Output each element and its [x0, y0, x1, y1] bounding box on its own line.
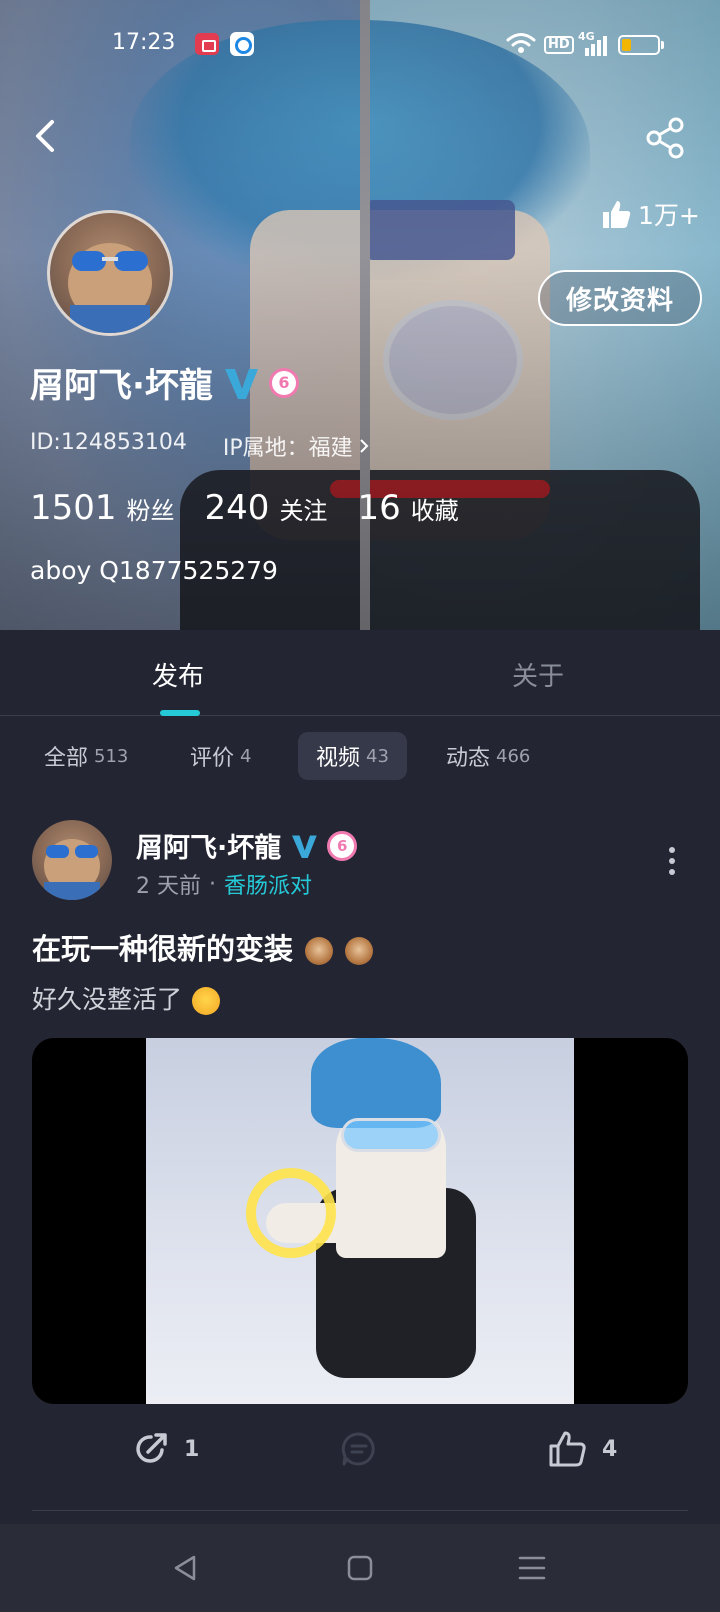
monkey-emoji-icon	[345, 937, 374, 965]
status-time: 17:23	[112, 30, 176, 55]
chip-count: 43	[366, 745, 389, 767]
chip-label: 全部	[44, 746, 89, 771]
post-divider	[32, 1510, 688, 1511]
thumbs-up-icon	[603, 201, 631, 228]
thumbnail-character-glasses	[341, 1118, 441, 1152]
edit-profile-button[interactable]: 修改资料	[538, 270, 702, 326]
chevron-right-icon	[359, 439, 369, 453]
monkey-emoji-icon	[305, 937, 334, 965]
username-row: 屑阿飞·坏龍 6	[30, 358, 299, 407]
level-badge: 6	[268, 367, 299, 398]
share-icon[interactable]	[643, 116, 687, 160]
chip-count: 513	[94, 745, 129, 767]
stat-label: 关注	[279, 497, 328, 525]
post-body: 好久没整活了	[32, 980, 220, 1016]
post-meta: 2 天前 · 香肠派对	[136, 868, 312, 900]
hd-badge: HD	[544, 36, 574, 54]
filter-chip-all[interactable]: 全部 513	[26, 732, 146, 780]
comment-icon	[341, 1432, 375, 1466]
verified-icon	[224, 368, 258, 399]
star-struck-emoji-icon	[191, 987, 220, 1015]
profile-avatar[interactable]	[47, 210, 173, 336]
nav-menu-icon[interactable]	[516, 1552, 548, 1584]
battery-icon	[618, 35, 660, 55]
system-nav-bar	[0, 1524, 720, 1612]
thumbs-up-outline-icon	[549, 1431, 586, 1467]
profile-tabs: 发布 关于	[0, 630, 720, 716]
post-time: 2 天前	[136, 874, 201, 899]
tab-indicator	[160, 710, 200, 716]
post-topic-link[interactable]: 香肠派对	[224, 868, 312, 900]
back-icon[interactable]	[28, 116, 68, 156]
filter-chip-reviews[interactable]: 评价 4	[172, 732, 269, 780]
id-row: ID:124853104 IP属地：福建	[30, 430, 371, 462]
screen-record-icon	[195, 33, 219, 55]
post-author-row: 屑阿飞·坏龍 6	[136, 826, 358, 865]
more-options-icon[interactable]	[664, 846, 680, 876]
post-author-name[interactable]: 屑阿飞·坏龍	[136, 826, 281, 865]
stat-favorites[interactable]: 16 收藏	[357, 488, 458, 528]
post-author-avatar[interactable]	[32, 820, 112, 900]
chip-count: 466	[496, 745, 531, 767]
nav-back-icon[interactable]	[170, 1552, 202, 1584]
like-count: 4	[602, 1436, 618, 1462]
chip-count: 4	[240, 745, 252, 767]
video-thumbnail	[146, 1038, 574, 1404]
nav-home-icon[interactable]	[344, 1552, 376, 1584]
user-id: ID:124853104	[30, 430, 187, 455]
chip-label: 评价	[190, 746, 235, 771]
status-bar: 17:23 HD 4G	[0, 26, 720, 62]
stat-value: 16	[357, 488, 401, 528]
post-title: 在玩一种很新的变装	[32, 926, 374, 968]
post-body-text: 好久没整活了	[32, 985, 183, 1014]
share-arrow-icon	[136, 1433, 167, 1463]
avatar-image	[68, 243, 152, 333]
filter-chips: 全部 513 评价 4 视频 43 动态 466	[0, 732, 720, 782]
stat-label: 粉丝	[126, 497, 175, 525]
post-actions: 1 4	[0, 1430, 720, 1490]
verified-icon	[292, 835, 318, 858]
comment-action[interactable]	[340, 1430, 378, 1468]
filter-chip-videos[interactable]: 视频 43	[298, 732, 407, 780]
likes-total: 1万+	[600, 196, 700, 232]
profile-bio: aboy Q1877525279	[30, 556, 278, 585]
avatar-image	[44, 839, 100, 900]
post-meta-separator: ·	[209, 871, 216, 897]
thumbnail-golden-ring	[246, 1168, 336, 1258]
stat-fans[interactable]: 1501 粉丝	[30, 488, 175, 528]
like-action[interactable]: 4	[548, 1430, 617, 1468]
browser-icon	[230, 32, 254, 56]
chip-label: 动态	[446, 746, 491, 771]
stat-label: 收藏	[410, 497, 459, 525]
thumbnail-character-hair	[311, 1038, 441, 1128]
post-video[interactable]	[32, 1038, 688, 1404]
ip-location: IP属地：福建	[222, 436, 353, 461]
tab-about[interactable]: 关于	[512, 656, 564, 693]
likes-count: 1万+	[638, 201, 700, 230]
level-badge: 6	[327, 830, 358, 861]
tab-publish[interactable]: 发布	[152, 656, 204, 693]
stat-following[interactable]: 240 关注	[205, 488, 328, 528]
stat-value: 1501	[30, 488, 117, 528]
ip-location-link[interactable]: IP属地：福建	[223, 430, 371, 462]
battery-level	[622, 39, 631, 51]
chip-label: 视频	[316, 746, 361, 771]
share-action[interactable]: 1	[132, 1430, 199, 1468]
battery-tip	[661, 41, 664, 49]
share-count: 1	[184, 1436, 200, 1462]
profile-stats: 1501 粉丝 240 关注 16 收藏	[30, 488, 459, 528]
stat-value: 240	[204, 488, 270, 528]
wifi-icon	[506, 33, 536, 53]
filter-chip-moments[interactable]: 动态 466	[428, 732, 548, 780]
signal-icon	[585, 36, 607, 56]
profile-username: 屑阿飞·坏龍	[30, 366, 213, 406]
post-title-text: 在玩一种很新的变装	[32, 932, 294, 966]
